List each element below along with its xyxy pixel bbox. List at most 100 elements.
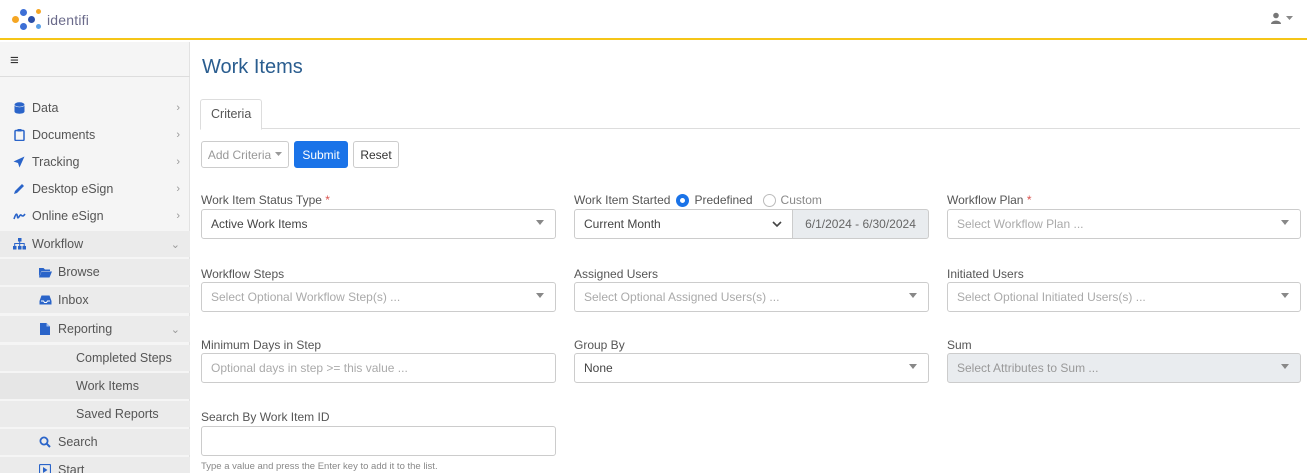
main-content: Work Items Criteria Add Criteria Submit … xyxy=(191,42,1307,473)
tab-criteria[interactable]: Criteria xyxy=(200,99,263,130)
initiated-users-placeholder: Select Optional Initiated Users(s) ... xyxy=(957,290,1146,304)
assigned-users-placeholder: Select Optional Assigned Users(s) ... xyxy=(584,290,780,304)
sidebar-item-tracking[interactable]: Tracking › xyxy=(0,149,190,175)
sidebar-item-inbox[interactable]: Inbox xyxy=(0,287,190,313)
caret-down-icon xyxy=(1281,293,1289,298)
caret-down-icon xyxy=(536,293,544,298)
menu-toggle-icon[interactable]: ≡ xyxy=(10,52,19,69)
sidebar-item-data[interactable]: Data › xyxy=(0,95,190,121)
sidebar-item-start[interactable]: Start xyxy=(0,457,190,473)
chevron-right-icon: › xyxy=(176,183,180,195)
workflow-plan-select[interactable]: Select Workflow Plan ... xyxy=(947,209,1301,239)
sidebar-divider xyxy=(0,76,190,77)
custom-label: Custom xyxy=(780,193,822,207)
search-id-input[interactable] xyxy=(201,426,556,456)
caret-down-icon xyxy=(909,364,917,369)
chevron-right-icon: › xyxy=(176,210,180,222)
sidebar-item-work-items[interactable]: Work Items xyxy=(0,373,190,399)
search-id-label: Search By Work Item ID xyxy=(201,410,330,424)
submit-button[interactable]: Submit xyxy=(294,141,348,168)
sidebar-item-label: Desktop eSign xyxy=(32,182,114,196)
sidebar-item-search[interactable]: Search xyxy=(0,429,190,455)
sidebar-item-browse[interactable]: Browse xyxy=(0,259,190,285)
status-type-select[interactable]: Active Work Items xyxy=(201,209,556,239)
chevron-right-icon: › xyxy=(176,102,180,114)
sidebar-item-label: Documents xyxy=(32,128,96,142)
sum-placeholder: Select Attributes to Sum ... xyxy=(957,361,1099,375)
sidebar-item-label: Reporting xyxy=(58,322,113,336)
started-period-select[interactable]: Current Month xyxy=(574,209,793,239)
assigned-users-select[interactable]: Select Optional Assigned Users(s) ... xyxy=(574,282,929,312)
folder-open-icon xyxy=(38,265,52,279)
clipboard-icon xyxy=(12,128,26,142)
required-marker: * xyxy=(1026,193,1032,207)
sum-label: Sum xyxy=(947,338,972,352)
started-period-value: Current Month xyxy=(584,217,661,231)
chevron-right-icon: › xyxy=(176,156,180,168)
sidebar-item-label: Completed Steps xyxy=(76,351,172,365)
caret-down-icon xyxy=(275,152,283,156)
radio-checked-icon xyxy=(676,193,690,207)
sidebar-item-online-esign[interactable]: Online eSign › xyxy=(0,203,190,229)
add-criteria-button[interactable]: Add Criteria xyxy=(201,141,289,168)
workflow-steps-label: Workflow Steps xyxy=(201,267,285,281)
predefined-radio[interactable]: Predefined xyxy=(676,193,753,207)
min-days-label: Minimum Days in Step xyxy=(201,338,322,352)
workflow-steps-select[interactable]: Select Optional Workflow Step(s) ... xyxy=(201,282,556,312)
work-item-started-label: Work Item Started Predefined Custom xyxy=(574,193,822,207)
sidebar-item-desktop-esign[interactable]: Desktop eSign › xyxy=(0,176,190,202)
file-icon xyxy=(38,322,52,336)
sidebar-item-saved-reports[interactable]: Saved Reports xyxy=(0,401,190,427)
sidebar-item-label: Browse xyxy=(58,265,100,279)
search-icon xyxy=(38,435,52,449)
custom-radio[interactable]: Custom xyxy=(762,193,822,207)
database-icon xyxy=(12,101,26,115)
sidebar-item-label: Workflow xyxy=(32,237,84,251)
caret-down-icon xyxy=(1281,220,1289,225)
initiated-users-label: Initiated Users xyxy=(947,267,1024,281)
sidebar: ≡ Data › Documents › Tracking › Desktop … xyxy=(0,42,190,473)
min-days-input[interactable]: Optional days in step >= this value ... xyxy=(201,353,556,383)
workflow-plan-placeholder: Select Workflow Plan ... xyxy=(957,217,1084,231)
chevron-down-icon: ⌄ xyxy=(170,323,180,336)
sidebar-item-label: Search xyxy=(58,435,98,449)
workflow-plan-label: Workflow Plan * xyxy=(947,193,1032,207)
workflow-steps-placeholder: Select Optional Workflow Step(s) ... xyxy=(211,290,401,304)
top-bar: identifi xyxy=(0,0,1307,40)
sidebar-item-documents[interactable]: Documents › xyxy=(0,122,190,148)
caret-down-icon xyxy=(1286,15,1293,20)
predefined-label: Predefined xyxy=(694,193,753,207)
chevron-down-icon xyxy=(772,221,782,228)
group-by-label: Group By xyxy=(574,338,625,352)
sum-select[interactable]: Select Attributes to Sum ... xyxy=(947,353,1301,383)
sidebar-item-label: Start xyxy=(58,463,85,473)
sidebar-item-label: Work Items xyxy=(76,379,139,393)
user-icon xyxy=(1271,12,1281,24)
chevron-right-icon: › xyxy=(176,129,180,141)
sidebar-item-completed-steps[interactable]: Completed Steps xyxy=(0,345,190,371)
chevron-down-icon: ⌄ xyxy=(170,238,180,251)
assigned-users-label: Assigned Users xyxy=(574,267,659,281)
sidebar-item-label: Saved Reports xyxy=(76,407,159,421)
signature-icon xyxy=(12,209,26,223)
group-by-select[interactable]: None xyxy=(574,353,929,383)
pen-icon xyxy=(12,182,26,196)
page-title: Work Items xyxy=(202,56,303,78)
sidebar-item-workflow[interactable]: Workflow ⌄ xyxy=(0,231,190,257)
initiated-users-select[interactable]: Select Optional Initiated Users(s) ... xyxy=(947,282,1301,312)
user-menu[interactable] xyxy=(1270,12,1293,24)
app-logo[interactable]: identifi xyxy=(12,6,89,34)
required-marker: * xyxy=(325,193,330,207)
sidebar-item-reporting[interactable]: Reporting ⌄ xyxy=(0,316,190,342)
caret-down-icon xyxy=(536,220,544,225)
work-item-started-label-text: Work Item Started xyxy=(574,193,671,207)
sitemap-icon xyxy=(12,237,26,251)
date-range-display: 6/1/2024 - 6/30/2024 xyxy=(792,209,929,239)
reset-button[interactable]: Reset xyxy=(353,141,399,168)
status-type-label: Work Item Status Type * xyxy=(201,193,330,207)
sidebar-item-label: Data xyxy=(32,101,59,115)
caret-down-icon xyxy=(1281,364,1289,369)
inbox-icon xyxy=(38,293,52,307)
add-criteria-label: Add Criteria xyxy=(207,147,272,162)
logo-text: identifi xyxy=(47,12,90,28)
